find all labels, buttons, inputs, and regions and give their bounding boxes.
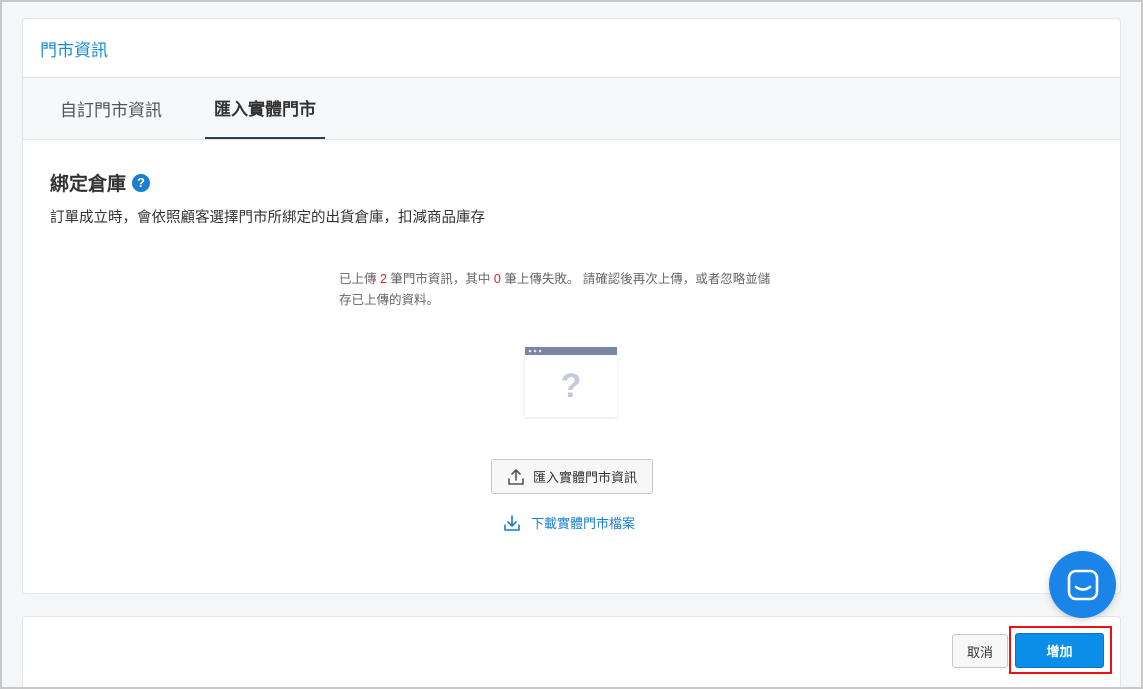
store-info-card: 門市資訊 自訂門市資訊 匯入實體門市 綁定倉庫 ? 訂單成立時，會依照顧客選擇門… [22,18,1121,594]
tab-bar: 自訂門市資訊 匯入實體門市 [23,78,1120,140]
chat-launcher-button[interactable] [1049,551,1116,618]
add-button[interactable]: 增加 [1015,633,1104,668]
download-store-file-link[interactable]: 下載實體門市檔案 [503,513,635,532]
import-store-info-button[interactable]: 匯入實體門市資訊 [491,459,653,494]
section-heading: 綁定倉庫 ? [50,169,151,196]
tab-import-physical-stores[interactable]: 匯入實體門市 [205,78,325,139]
question-circle-icon[interactable]: ? [132,173,151,192]
question-glyph: ? [561,367,582,405]
cancel-button[interactable]: 取消 [952,634,1008,668]
missing-page-icon: ? [525,347,617,417]
section-title: 綁定倉庫 [50,174,127,195]
chat-icon [1067,569,1098,600]
upload-icon [508,468,524,485]
download-icon [504,514,520,531]
import-button-label: 匯入實體門市資訊 [532,470,637,485]
uploaded-count: 2 [379,272,387,286]
status-text: 存已上傳的資料。 [339,293,440,307]
section-description: 訂單成立時，會依照顧客選擇門市所綁定的出貨倉庫，扣減商品庫存 [50,210,485,226]
failed-count: 0 [493,272,501,286]
upload-status-message: 已上傳 2 筆門市資訊，其中 0 筆上傳失敗。 請確認後再次上傳，或者忽略並儲存… [339,269,809,311]
tab-custom-store-info[interactable]: 自訂門市資訊 [51,78,171,139]
status-text: 筆上傳失敗。 請確認後再次上傳，或者忽略並儲 [500,272,771,286]
status-text: 已上傳 [339,272,380,286]
download-link-label: 下載實體門市檔案 [531,516,636,531]
status-text: 筆門市資訊，其中 [386,272,494,286]
card-header: 門市資訊 [23,19,1120,78]
card-title: 門市資訊 [40,40,108,60]
